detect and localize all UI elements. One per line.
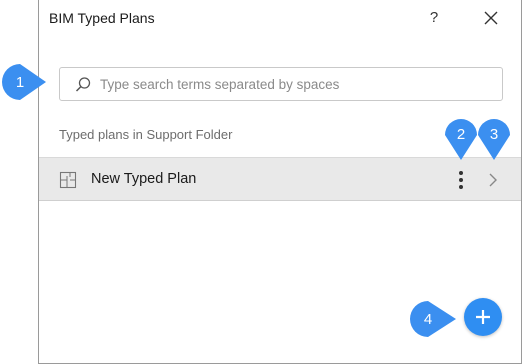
floor-plan-icon bbox=[59, 171, 77, 189]
search-field[interactable]: Type search terms separated by spaces bbox=[59, 67, 503, 101]
callout-3: 3 bbox=[476, 117, 512, 161]
search-icon bbox=[75, 77, 91, 92]
plus-icon bbox=[476, 310, 490, 324]
close-icon bbox=[484, 11, 498, 25]
title-bar: BIM Typed Plans ? bbox=[39, 0, 521, 38]
close-button[interactable] bbox=[479, 6, 503, 30]
callout-number: 3 bbox=[489, 125, 499, 143]
help-button[interactable]: ? bbox=[423, 6, 445, 30]
callout-number: 1 bbox=[15, 73, 25, 91]
callout-number: 2 bbox=[456, 125, 466, 143]
section-label: Typed plans in Support Folder bbox=[59, 127, 233, 142]
more-options-button[interactable] bbox=[453, 168, 469, 192]
add-plan-button[interactable] bbox=[464, 298, 502, 336]
callout-number: 4 bbox=[423, 310, 433, 328]
chevron-right-icon bbox=[489, 173, 497, 187]
callout-1: 1 bbox=[0, 62, 48, 102]
callout-4: 4 bbox=[408, 299, 460, 339]
callout-2: 2 bbox=[443, 117, 479, 161]
plan-list-item[interactable]: New Typed Plan bbox=[39, 157, 521, 201]
window-title: BIM Typed Plans bbox=[49, 10, 155, 26]
vertical-dots-icon bbox=[459, 171, 463, 189]
search-placeholder: Type search terms separated by spaces bbox=[100, 77, 340, 92]
plan-name: New Typed Plan bbox=[91, 171, 197, 187]
open-plan-button[interactable] bbox=[485, 170, 501, 190]
